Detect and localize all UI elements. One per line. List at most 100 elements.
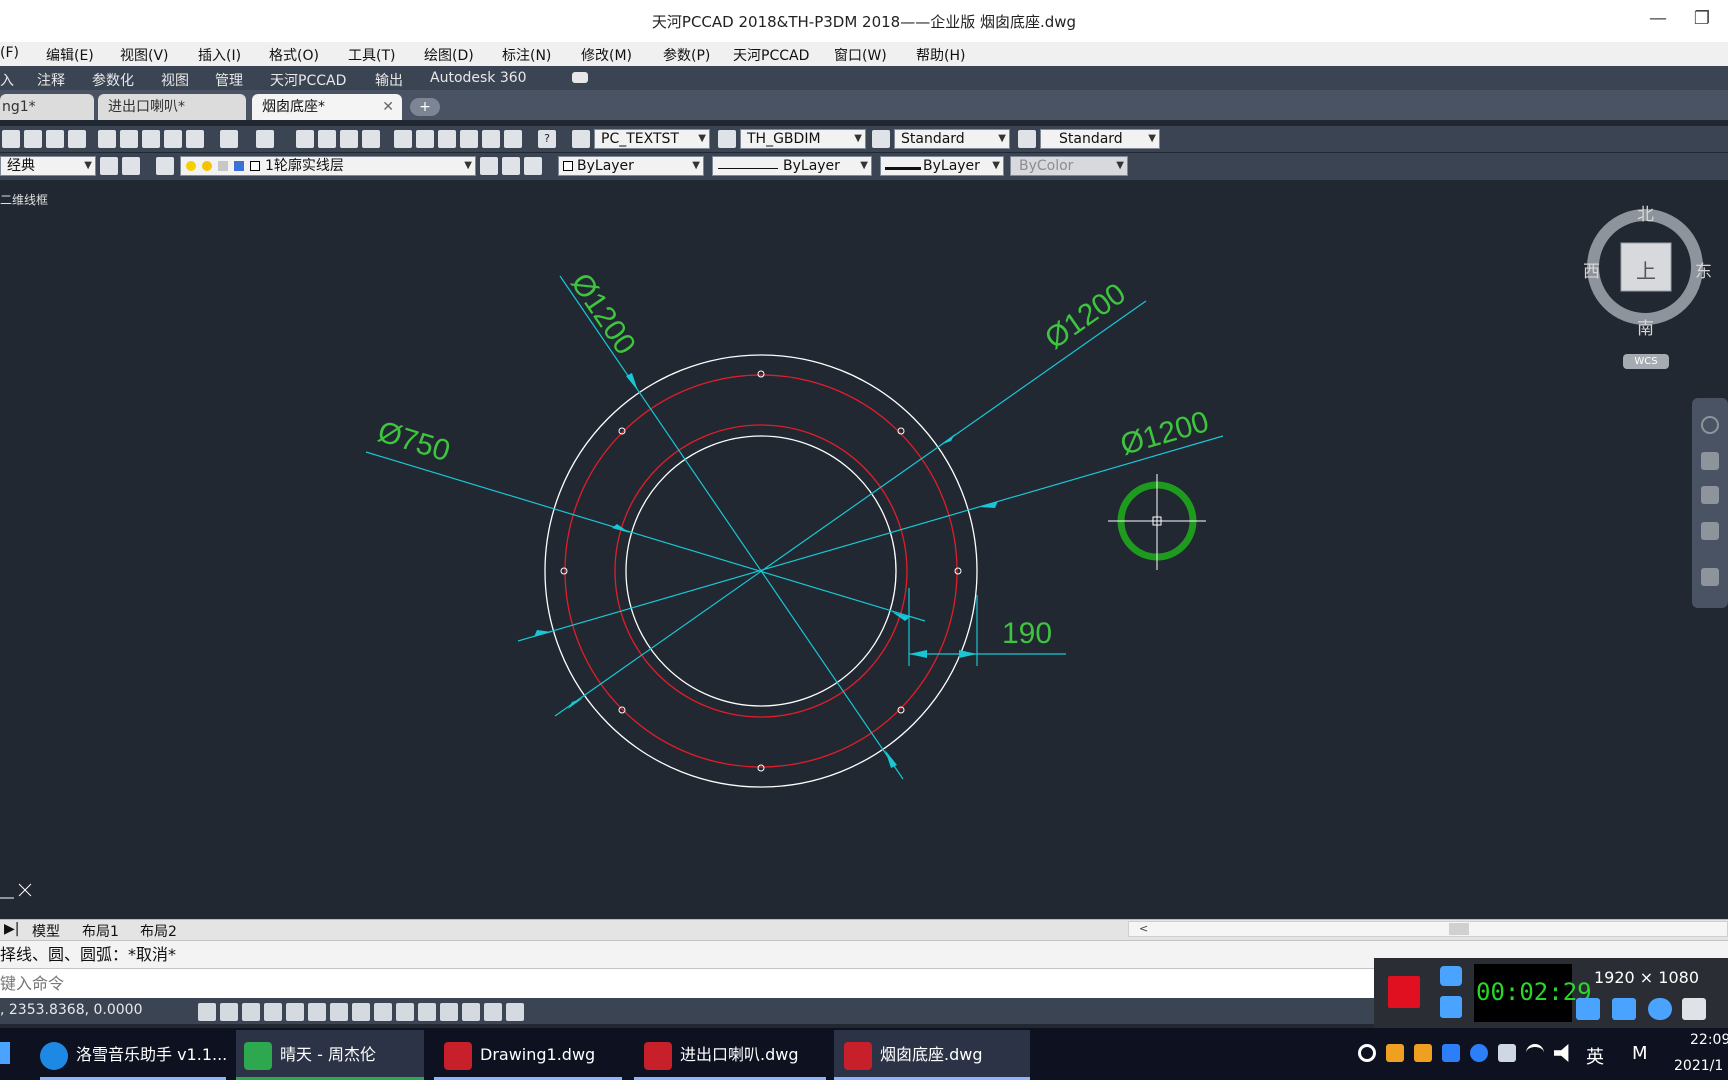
wcs-menu[interactable]: WCS (1623, 354, 1669, 369)
cursor-icon[interactable] (1682, 998, 1706, 1020)
stop-record-button[interactable] (1388, 976, 1420, 1008)
pan-hand-icon[interactable] (1701, 452, 1719, 470)
menu-format[interactable]: 格式(O) (269, 45, 319, 65)
clock-time[interactable]: 22:09 (1690, 1032, 1728, 1048)
zoom-realtime-icon[interactable] (318, 130, 336, 148)
ime-mode-indicator[interactable]: 英 (1586, 1043, 1604, 1069)
minimize-button[interactable]: — (1640, 6, 1676, 32)
pan-icon[interactable] (296, 130, 314, 148)
3d-object-snap-icon[interactable] (330, 1003, 348, 1021)
ribbon-tab-pccad[interactable]: 天河PCCAD (270, 70, 346, 90)
table-style-select[interactable]: Standard ▼ (894, 129, 1010, 149)
plot-icon[interactable] (46, 130, 64, 148)
scroll-left-icon[interactable]: < (1139, 922, 1148, 935)
new-tab-button[interactable]: + (410, 98, 440, 116)
taskbar-item-horn[interactable]: 进出口喇叭.dwg (634, 1030, 826, 1080)
microphone-icon[interactable] (1612, 998, 1636, 1020)
taskbar-item-chimney[interactable]: 烟囱底座.dwg (834, 1030, 1030, 1080)
layer-properties-icon[interactable] (156, 157, 174, 175)
coordinate-readout[interactable]: , 2353.8368, 0.0000 (0, 1002, 143, 1018)
webcam-icon[interactable] (1648, 998, 1672, 1020)
start-edge-icon[interactable] (0, 1042, 10, 1064)
workspace-select[interactable]: 经典 ▼ (0, 156, 96, 176)
menu-draw[interactable]: 绘图(D) (424, 45, 474, 65)
selection-cycling-icon[interactable] (484, 1003, 502, 1021)
showmotion-icon[interactable] (1701, 568, 1719, 586)
compass-north[interactable]: 北 (1637, 200, 1654, 225)
match-properties-icon[interactable] (186, 130, 204, 148)
paste-block-icon[interactable] (164, 130, 182, 148)
drawing-canvas[interactable]: Ø1200 Ø1200 Ø1200 Ø750 190 (0, 181, 1728, 919)
zoom-previous-icon[interactable] (362, 130, 380, 148)
ime-icon[interactable]: M (1632, 1043, 1648, 1064)
calculator-icon[interactable] (504, 130, 522, 148)
object-snap-icon[interactable] (308, 1003, 326, 1021)
menu-tools[interactable]: 工具(T) (348, 45, 395, 65)
transparency-icon[interactable] (440, 1003, 458, 1021)
zoom-window-icon[interactable] (340, 130, 358, 148)
ribbon-tab-manage[interactable]: 管理 (215, 70, 243, 90)
annotation-monitor-icon[interactable] (506, 1003, 524, 1021)
ribbon-toggle-icon[interactable] (572, 72, 588, 83)
shield-icon[interactable] (1386, 1044, 1404, 1062)
tab-chimney-base[interactable]: 烟囱底座* ✕ (252, 94, 402, 120)
dim-style-select[interactable]: TH_GBDIM ▼ (740, 129, 866, 149)
text-style-select[interactable]: PC_TEXTST ▼ (594, 129, 710, 149)
speaker-icon[interactable] (1576, 998, 1600, 1020)
menu-modify[interactable]: 修改(M) (581, 45, 632, 65)
text-style-icon[interactable] (572, 130, 590, 148)
dynamic-input-icon[interactable] (418, 1003, 436, 1021)
layer-state-icon[interactable] (524, 157, 542, 175)
ribbon-tab-output[interactable]: 输出 (375, 70, 403, 90)
steering-wheel-icon[interactable] (1701, 416, 1719, 434)
compass-east[interactable]: 东 (1695, 257, 1712, 282)
record-tray-icon[interactable] (1358, 1044, 1376, 1062)
redo-icon[interactable] (256, 130, 274, 148)
design-center-icon[interactable] (416, 130, 434, 148)
tab-horn[interactable]: 进出口喇叭* (98, 94, 246, 120)
bluetooth-icon[interactable] (1470, 1044, 1488, 1062)
tab-drawing1[interactable]: ng1* (0, 94, 94, 120)
dynamic-ucs-icon[interactable] (374, 1003, 392, 1021)
markup-icon[interactable] (482, 130, 500, 148)
menu-view[interactable]: 视图(V) (120, 45, 169, 65)
menu-help[interactable]: 帮助(H) (916, 45, 965, 65)
ribbon-tab-parametric[interactable]: 参数化 (92, 70, 134, 90)
viewport-style-label[interactable]: 二维线框 (0, 191, 48, 208)
ribbon-tab-annotate[interactable]: 注释 (37, 70, 65, 90)
ribbon-tab-a360[interactable]: Autodesk 360 (430, 70, 527, 86)
scroll-thumb[interactable] (1449, 923, 1469, 935)
camera-icon[interactable] (1440, 966, 1462, 986)
publish-icon[interactable] (68, 130, 86, 148)
tab-model[interactable]: 模型 (32, 921, 60, 941)
undo-icon[interactable] (220, 130, 238, 148)
print-icon[interactable] (2, 130, 20, 148)
workspace-settings-icon[interactable] (100, 157, 118, 175)
color-select[interactable]: ByLayer ▼ (558, 156, 704, 176)
linetype-select[interactable]: ByLayer ▼ (712, 156, 872, 176)
ortho-mode-icon[interactable] (264, 1003, 282, 1021)
menu-file[interactable]: (F) (0, 45, 19, 61)
quick-properties-icon[interactable] (462, 1003, 480, 1021)
bing-icon[interactable] (1442, 1044, 1460, 1062)
table-style-icon[interactable] (872, 130, 890, 148)
tray-app-icon[interactable] (1414, 1044, 1432, 1062)
maximize-button[interactable]: ❐ (1684, 6, 1720, 32)
properties-icon[interactable] (394, 130, 412, 148)
dim-style-icon[interactable] (718, 130, 736, 148)
menu-dimension[interactable]: 标注(N) (502, 45, 551, 65)
compass-south[interactable]: 南 (1637, 314, 1654, 339)
tool-palette-icon[interactable] (438, 130, 456, 148)
mleader-style-icon[interactable] (1018, 130, 1036, 148)
taskbar-item-drawing1[interactable]: Drawing1.dwg (434, 1030, 622, 1080)
layer-previous-icon[interactable] (502, 157, 520, 175)
preview-icon[interactable] (24, 130, 42, 148)
infer-constraints-icon[interactable] (198, 1003, 216, 1021)
make-current-icon[interactable] (480, 157, 498, 175)
ribbon-tab-insert[interactable]: 入 (0, 70, 14, 90)
help-icon[interactable]: ? (538, 130, 556, 148)
wifi-icon[interactable] (1526, 1044, 1544, 1062)
paste-icon[interactable] (142, 130, 160, 148)
taskbar-item-song[interactable]: 晴天 - 周杰伦 (236, 1030, 424, 1080)
tab-layout1[interactable]: 布局1 (82, 921, 119, 941)
